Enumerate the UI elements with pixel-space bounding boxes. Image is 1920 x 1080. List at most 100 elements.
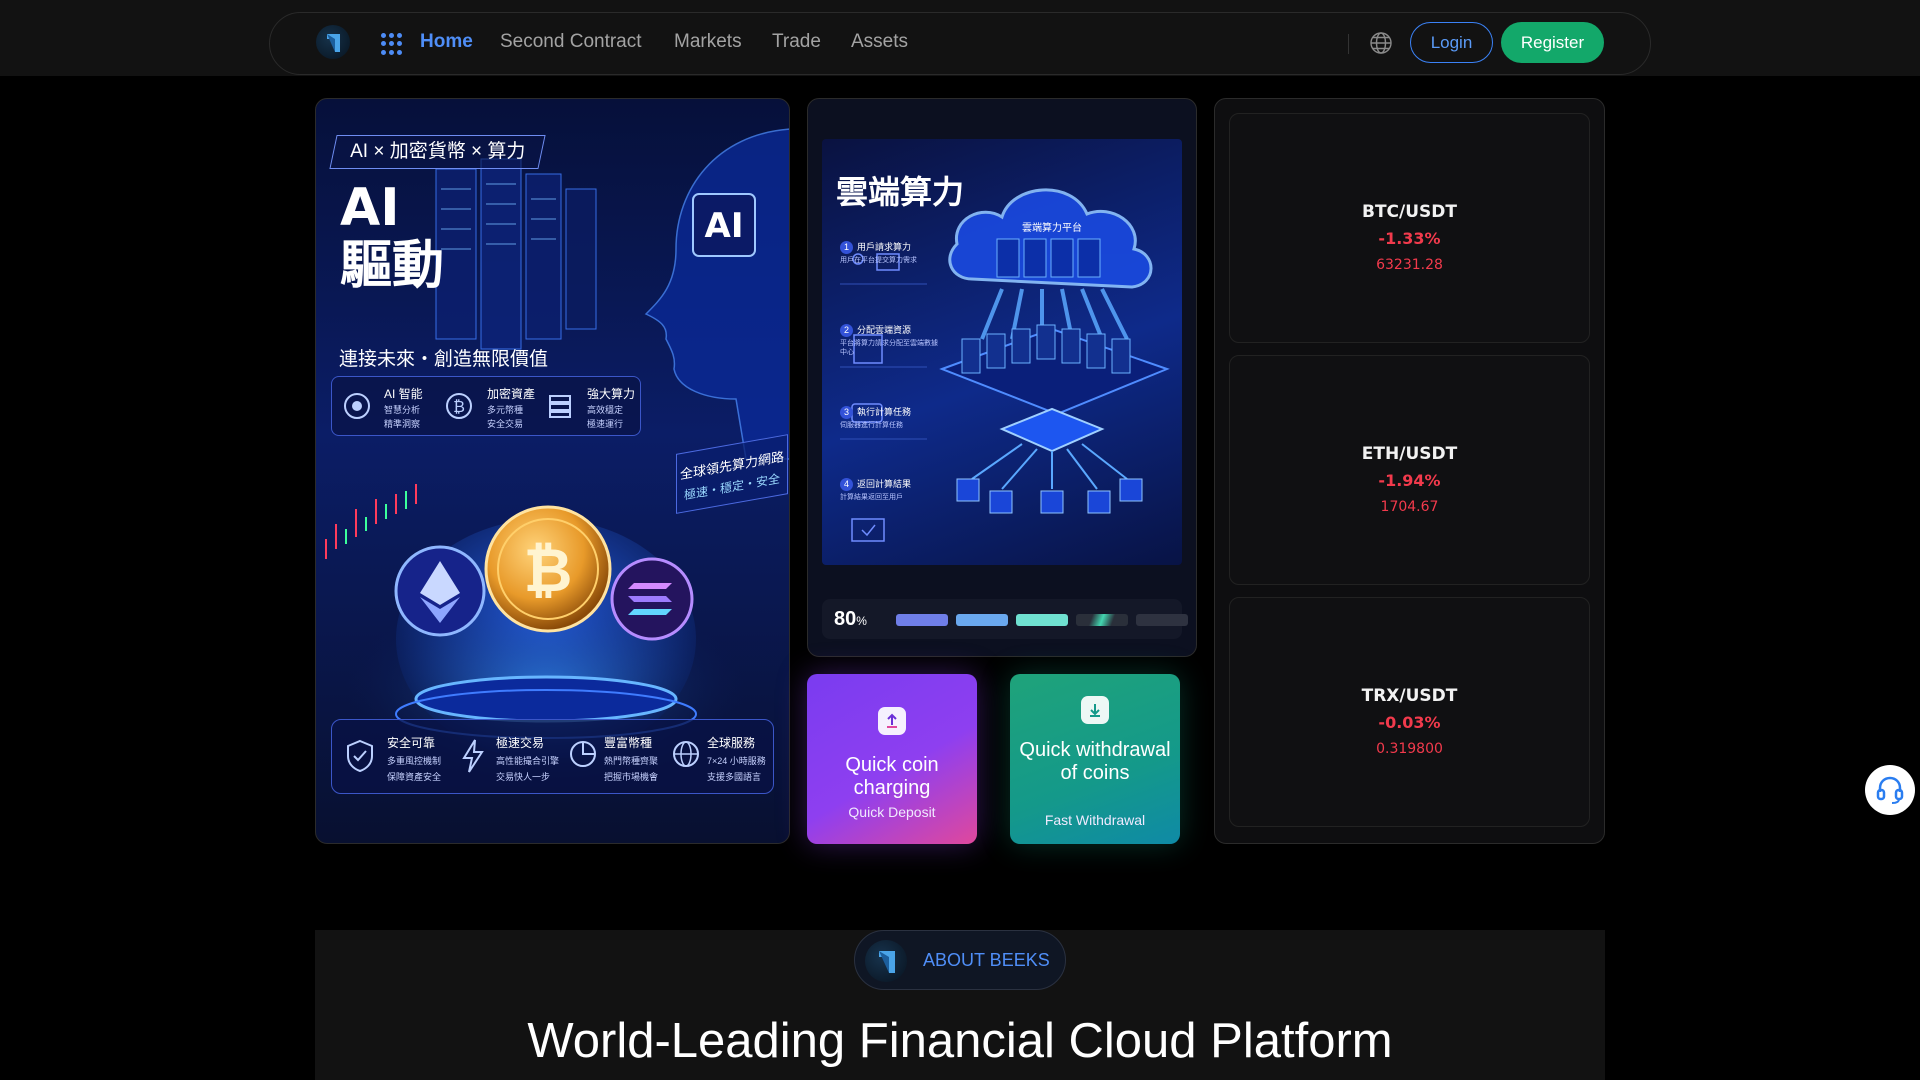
ticker-pair: TRX/USDT xyxy=(1361,686,1458,706)
about-badge: ABOUT BEEKS xyxy=(854,930,1066,990)
pie-chart-icon xyxy=(570,741,596,767)
quick-deposit-button[interactable]: Quick coin charging Quick Deposit xyxy=(807,674,977,844)
feature-desc: 交易快人一步 xyxy=(496,772,551,782)
hero-headline-line1: AI xyxy=(340,178,400,238)
svg-text:₿: ₿ xyxy=(524,536,573,606)
step-title: 執行計算任務 xyxy=(857,407,912,417)
feature-compute: 強大算力高效穩定極速運行 xyxy=(587,385,635,430)
feature-crypto: 加密資產多元幣種安全交易 xyxy=(487,385,535,430)
ticker-price: 63231.28 xyxy=(1376,257,1443,273)
ticker-card[interactable]: TRX/USDT -0.03% 0.319800 xyxy=(1229,597,1590,827)
feature-ai: AI 智能智慧分析精準洞察 xyxy=(384,385,423,430)
about-title: World-Leading Financial Cloud Platform xyxy=(527,1014,1393,1068)
feature-desc: 多重風控機制 xyxy=(387,756,442,766)
progress-segment xyxy=(1076,614,1128,626)
ticker-change: -1.33% xyxy=(1378,229,1441,248)
feature-desc: 保障資產安全 xyxy=(387,772,442,782)
step-number: 4 xyxy=(840,478,853,491)
hero-headline-line2: 驅動 xyxy=(340,236,445,296)
ticker-price: 1704.67 xyxy=(1380,499,1439,515)
download-icon xyxy=(1081,696,1109,724)
server-icon xyxy=(549,395,571,418)
progress-value: 80% xyxy=(834,608,867,631)
about-logo xyxy=(865,940,907,982)
progress-number: 80 xyxy=(834,608,857,630)
feature-desc: 智慧分析 xyxy=(384,405,421,415)
feature-title: 豐富幣種 xyxy=(604,736,653,750)
hero-tag-text: AI × 加密貨幣 × 算力 xyxy=(350,141,526,162)
cloud-platform-label: 雲端算力平台 xyxy=(1022,221,1082,234)
hero-bottom-features: 安全可靠多重風控機制 保障資產安全 極速交易高性能撮合引擎 交易快人一步 豐富幣種熱… xyxy=(331,719,774,794)
feature-desc: 熱門幣種齊聚 xyxy=(604,756,659,766)
cloud-step-2: 2 分配雲端資源平台將算力請求分配至雲端數據中心 xyxy=(840,323,944,357)
ticker-card[interactable]: BTC/USDT -1.33% 63231.28 xyxy=(1229,113,1590,343)
feature-title: 加密資產 xyxy=(487,387,536,401)
step-desc: 用戶在平台提交算力需求 xyxy=(840,257,917,264)
nav-trade[interactable]: Trade xyxy=(772,31,821,53)
progress-segment xyxy=(956,614,1008,626)
feature-title: AI 智能 xyxy=(384,387,423,401)
step-desc: 計算結果返回至用戶 xyxy=(840,494,903,501)
ticker-card[interactable]: ETH/USDT -1.94% 1704.67 xyxy=(1229,355,1590,585)
svg-text:₿: ₿ xyxy=(453,397,465,416)
ai-chip-icon xyxy=(344,393,370,419)
quick-withdraw-title: Quick withdrawal of coins xyxy=(1019,739,1171,784)
ticker-pair: ETH/USDT xyxy=(1361,444,1458,464)
feature-desc: 多元幣種 xyxy=(487,405,524,415)
ticker-change: -1.94% xyxy=(1378,471,1441,490)
step-title: 返回計算結果 xyxy=(857,479,912,489)
step-desc: 伺服器進行計算任務 xyxy=(840,422,903,429)
nav-home[interactable]: Home xyxy=(420,31,473,53)
login-button[interactable]: Login xyxy=(1410,22,1493,63)
hero-subtitle: 連接未來・創造無限價值 xyxy=(339,349,549,370)
hero-banner-cloud[interactable]: 雲端算力平台 雲端算力 1 用戶請求算力 用戶在平台提交算力需求 2 分配雲端資… xyxy=(807,98,1197,657)
feature-desc: 支援多國語言 xyxy=(707,772,762,782)
nav-second-contract[interactable]: Second Contract xyxy=(500,31,642,53)
globe-icon[interactable] xyxy=(1369,31,1393,55)
ticker-change: -0.03% xyxy=(1378,713,1441,732)
feature-title: 極速交易 xyxy=(496,736,545,750)
register-button[interactable]: Register xyxy=(1501,22,1604,63)
cloud-step-4: 4 返回計算結果計算結果返回至用戶 xyxy=(840,477,944,502)
feature-title: 安全可靠 xyxy=(387,736,436,750)
step-title: 分配雲端資源 xyxy=(857,325,912,335)
nav-divider xyxy=(1348,34,1349,54)
hero-banner-ai[interactable]: AI ₿ AI × 加密貨幣 × 算力 AI 驅動 連接未來・創造無限價值 AI… xyxy=(315,98,790,844)
feature-desc: 極速運行 xyxy=(587,419,624,429)
progress-segment xyxy=(896,614,948,626)
feature-desc: 精準洞察 xyxy=(384,419,421,429)
feature-desc: 高效穩定 xyxy=(587,405,624,415)
shield-icon xyxy=(347,739,373,773)
customer-support-button[interactable] xyxy=(1865,765,1915,815)
step-number: 1 xyxy=(840,241,853,254)
feature-fast: 極速交易高性能撮合引擎 交易快人一步 xyxy=(496,734,559,783)
step-title: 用戶請求算力 xyxy=(857,242,912,252)
quick-deposit-subtitle: Quick Deposit xyxy=(848,804,936,820)
hero-headline: AI 驅動 xyxy=(340,179,444,295)
feature-coins: 豐富幣種熱門幣種齊聚 把握市場機會 xyxy=(604,734,658,783)
feature-desc: 高性能撮合引擎 xyxy=(496,756,560,766)
market-tickers: BTC/USDT -1.33% 63231.28 ETH/USDT -1.94%… xyxy=(1214,98,1605,844)
feature-global: 全球服務 7×24 小時服務 支援多國語言 xyxy=(707,734,766,783)
feature-secure: 安全可靠多重風控機制 保障資產安全 xyxy=(387,734,441,783)
nav-assets[interactable]: Assets xyxy=(851,31,908,53)
feature-title: 全球服務 xyxy=(707,736,756,750)
quick-withdraw-button[interactable]: Quick withdrawal of coins Fast Withdrawa… xyxy=(1010,674,1180,844)
feature-desc: 安全交易 xyxy=(487,419,524,429)
step-number: 2 xyxy=(840,324,853,337)
apps-grid-icon[interactable] xyxy=(381,33,403,55)
ai-badge-text: AI xyxy=(705,206,744,246)
cloud-artwork: 雲端算力平台 雲端算力 1 用戶請求算力 用戶在平台提交算力需求 2 分配雲端資… xyxy=(822,139,1182,565)
progress-unit: % xyxy=(856,614,867,628)
lightning-icon xyxy=(462,739,484,773)
step-desc: 平台將算力請求分配至雲端數據中心 xyxy=(840,340,938,356)
cloud-step-3: 3 執行計算任務 伺服器進行計算任務 xyxy=(840,405,944,430)
progress-segment xyxy=(1136,614,1188,626)
logo[interactable] xyxy=(316,25,350,59)
cloud-title: 雲端算力 xyxy=(836,173,965,211)
progress-segment xyxy=(1016,614,1068,626)
feature-title: 強大算力 xyxy=(587,387,636,401)
quick-deposit-title: Quick coin charging xyxy=(845,754,939,799)
nav-markets[interactable]: Markets xyxy=(674,31,742,53)
feature-desc: 把握市場機會 xyxy=(604,772,659,782)
